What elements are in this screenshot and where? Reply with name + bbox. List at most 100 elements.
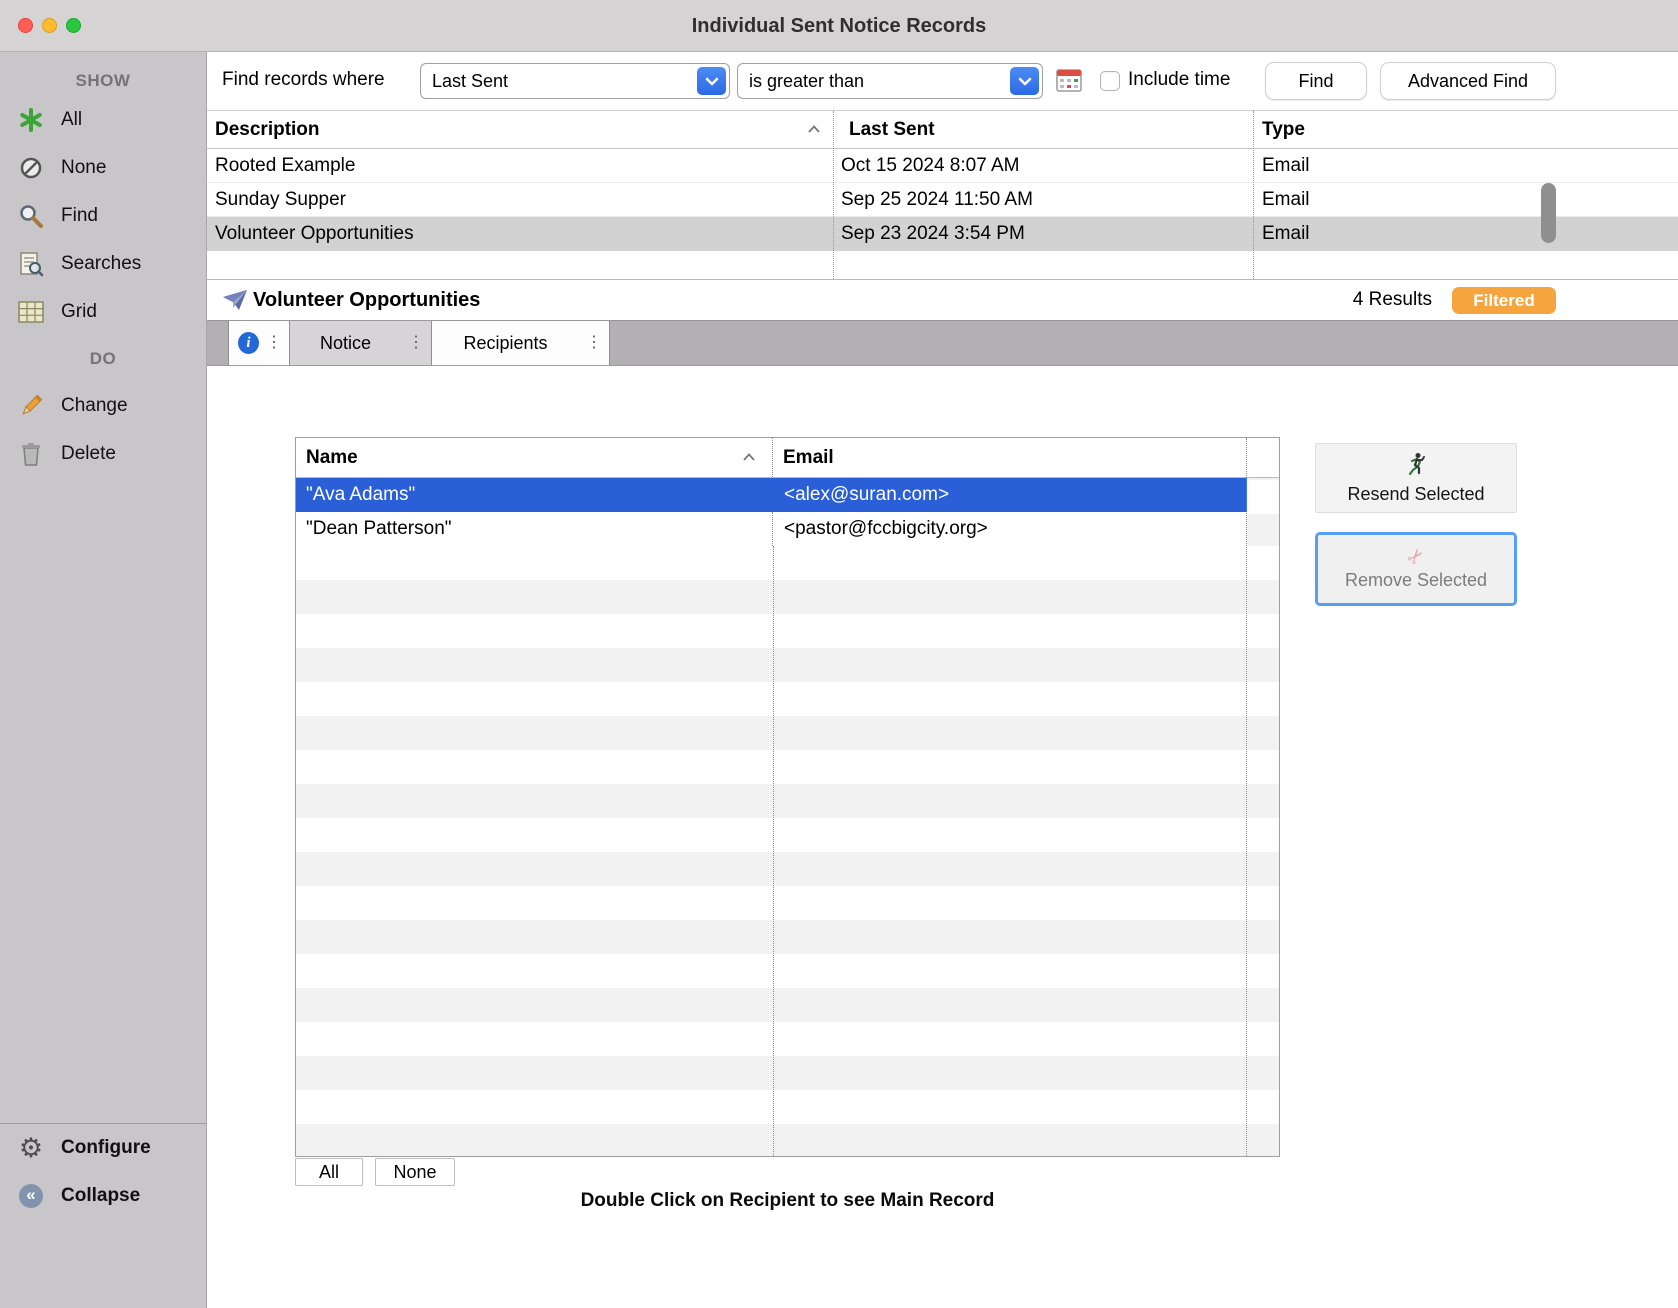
main-area: Find records where Last Sent is greater … [207,52,1678,1308]
sidebar-section-show: SHOW [0,66,206,96]
column-divider [833,111,834,279]
record-description: Volunteer Opportunities [215,217,414,250]
recipients-table-body: "Ava Adams" <alex@suran.com> "Dean Patte… [296,478,1279,1156]
sidebar-item-label: Delete [61,443,116,465]
record-type: Email [1262,217,1310,250]
column-header-name[interactable]: Name [296,438,773,477]
records-table-header: Description Last Sent Type [207,111,1678,149]
scrollbar-track-divider [1246,438,1247,1156]
sidebar-item-label: None [61,157,106,179]
tab-menu-dots-icon[interactable]: ⋮ [259,321,289,365]
record-row[interactable]: Rooted Example Oct 15 2024 8:07 AM Email [207,149,1678,183]
collapse-chevrons-icon: « [16,1182,46,1210]
filtered-badge[interactable]: Filtered [1452,287,1556,314]
operator-select[interactable]: is greater than [737,63,1043,99]
select-all-button[interactable]: All [295,1158,363,1186]
field-select[interactable]: Last Sent [420,63,730,99]
sidebar-item-label: Change [61,395,128,417]
tab-label: Notice [290,333,401,354]
records-table: Description Last Sent Type Rooted Exampl… [207,110,1678,280]
tab-menu-dots-icon[interactable]: ⋮ [579,321,609,365]
record-row-selected[interactable]: Volunteer Opportunities Sep 23 2024 3:54… [207,217,1678,251]
record-description: Rooted Example [215,149,355,182]
column-header-email[interactable]: Email [773,438,1246,477]
chevron-down-icon [1010,67,1039,95]
magnifier-icon [16,202,46,230]
saved-searches-icon [16,250,46,278]
recipients-table-header: Name Email [296,438,1279,478]
record-last-sent: Sep 23 2024 3:54 PM [841,217,1025,250]
sidebar-item-all[interactable]: All [0,96,206,144]
record-row[interactable]: Sunday Supper Sep 25 2024 11:50 AM Email [207,183,1678,217]
recipient-row[interactable]: "Dean Patterson" <pastor@fccbigcity.org> [296,512,1247,546]
field-select-value: Last Sent [432,64,508,98]
select-none-button[interactable]: None [375,1158,455,1186]
advanced-find-button[interactable]: Advanced Find [1380,62,1556,100]
sidebar-item-label: Configure [61,1137,151,1159]
recipient-name: "Ava Adams" [296,478,773,512]
sidebar-item-grid[interactable]: Grid [0,288,206,336]
include-time-checkbox[interactable] [1100,71,1120,91]
detail-section-header: Volunteer Opportunities 4 Results Filter… [207,280,1678,320]
tab-recipients[interactable]: Recipients ⋮ [432,321,610,365]
remove-selected-button[interactable]: ✂ Remove Selected [1315,532,1517,606]
recipient-email: <pastor@fccbigcity.org> [773,512,1247,546]
recipients-table: Name Email "Ava Adams" <alex@suran.com> [295,437,1280,1157]
detail-title: Volunteer Opportunities [253,280,480,320]
sidebar-bottom-pad [0,1220,206,1308]
sidebar-item-delete[interactable]: Delete [0,430,206,478]
results-count: 4 Results [1353,280,1432,320]
record-last-sent: Oct 15 2024 8:07 AM [841,149,1020,182]
sidebar: SHOW All None Find Searches [0,52,207,1308]
grid-icon [16,298,46,326]
sidebar-item-configure[interactable]: ⚙ Configure [0,1124,206,1172]
column-header-email-label: Email [783,447,834,468]
record-last-sent: Sep 25 2024 11:50 AM [841,183,1033,216]
chevron-down-icon [697,67,726,95]
info-tab-button[interactable]: i ⋮ [228,321,290,365]
sidebar-item-change[interactable]: Change [0,382,206,430]
tab-notice[interactable]: Notice ⋮ [290,321,432,365]
record-type: Email [1262,183,1310,216]
sidebar-spacer [0,478,206,1123]
column-header-last-sent[interactable]: Last Sent [849,111,935,149]
remove-selected-label: Remove Selected [1345,570,1487,591]
records-scrollbar[interactable] [1541,183,1556,243]
asterisk-icon [16,106,46,134]
sidebar-item-searches[interactable]: Searches [0,240,206,288]
sidebar-section-do: DO [0,336,206,382]
tab-label: Recipients [432,333,579,354]
calendar-icon[interactable] [1055,67,1083,93]
operator-select-value: is greater than [749,64,864,98]
sidebar-item-label: Find [61,205,98,227]
find-button[interactable]: Find [1265,62,1367,100]
recipient-email: <alex@suran.com> [773,478,1247,512]
resend-selected-label: Resend Selected [1347,484,1484,505]
window-title: Individual Sent Notice Records [0,0,1678,52]
tab-menu-dots-icon[interactable]: ⋮ [401,321,431,365]
sidebar-item-none[interactable]: None [0,144,206,192]
record-type: Email [1262,149,1310,182]
column-header-name-label: Name [306,447,358,468]
find-records-label: Find records where [222,69,385,91]
column-header-description[interactable]: Description [215,111,320,149]
sidebar-item-collapse[interactable]: « Collapse [0,1172,206,1220]
resend-selected-button[interactable]: Resend Selected [1315,443,1517,513]
sidebar-item-label: Collapse [61,1185,140,1207]
column-divider [1253,111,1254,279]
column-divider [773,546,774,1156]
recipient-row-selected[interactable]: "Ava Adams" <alex@suran.com> [296,478,1247,512]
sidebar-item-find[interactable]: Find [0,192,206,240]
recipients-pane: Name Email "Ava Adams" <alex@suran.com> [207,366,1678,1308]
trash-icon [16,440,46,468]
sidebar-item-label: Grid [61,301,97,323]
find-bar: Find records where Last Sent is greater … [207,52,1678,110]
sidebar-item-label: Searches [61,253,141,275]
scissors-icon: ✂ [1403,544,1429,570]
none-circle-slash-icon [16,154,46,182]
gear-icon: ⚙ [16,1134,46,1162]
column-header-type[interactable]: Type [1262,111,1305,149]
tab-bar: i ⋮ Notice ⋮ Recipients ⋮ [207,320,1678,366]
titlebar: Individual Sent Notice Records [0,0,1678,52]
app-window: Individual Sent Notice Records SHOW All … [0,0,1678,1308]
